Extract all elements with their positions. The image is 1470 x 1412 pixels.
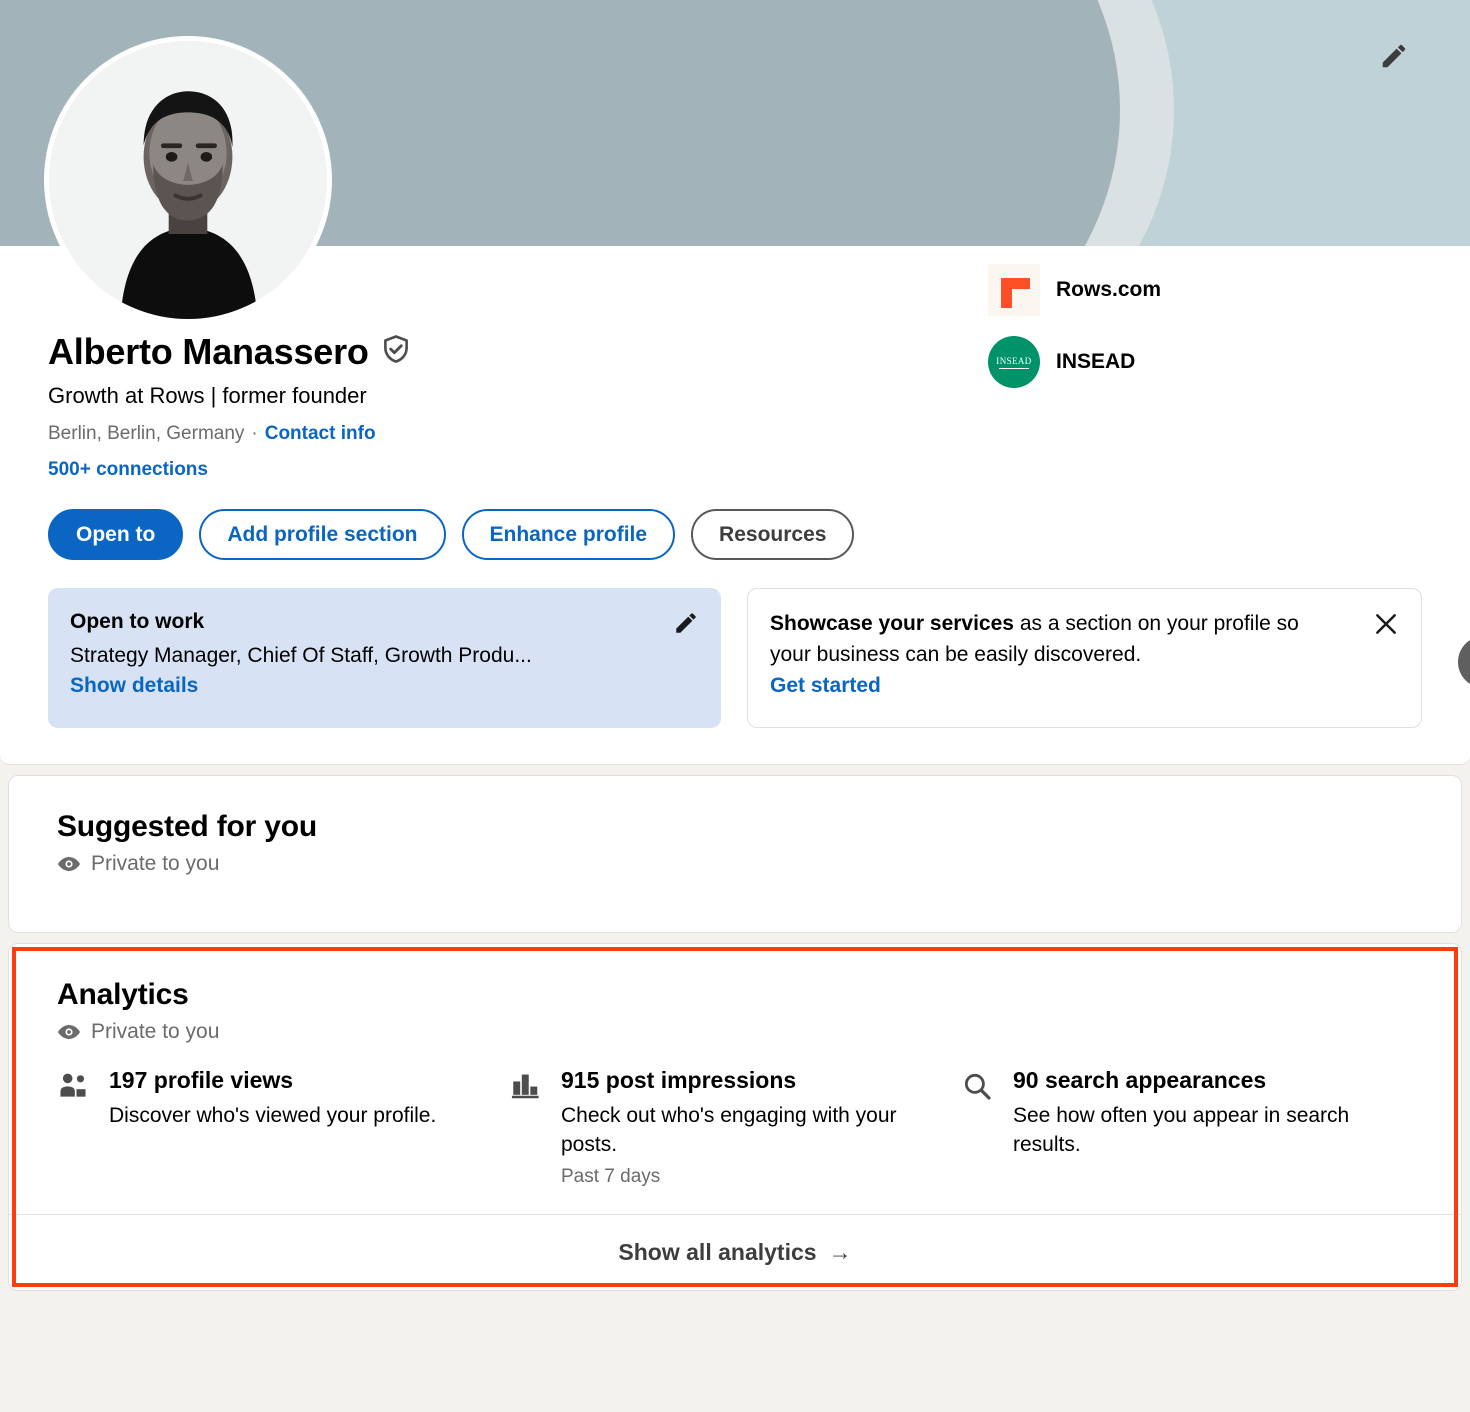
metric-headline: 915 post impressions (561, 1067, 797, 1094)
dismiss-showcase-button[interactable] (1369, 607, 1403, 641)
analytics-privacy: Private to you (57, 1020, 1413, 1044)
metric-text: 915 post impressions Check out who's eng… (561, 1066, 921, 1188)
carousel-next-button[interactable] (1458, 636, 1470, 689)
organization-name: Rows.com (1056, 278, 1162, 301)
insead-logo-icon: INSEAD (988, 336, 1040, 388)
suggested-privacy: Private to you (57, 852, 1413, 876)
metric-search-appearances[interactable]: 90 search appearances See how often you … (961, 1066, 1413, 1188)
rows-logo-icon (988, 264, 1040, 316)
location-row: Berlin, Berlin, Germany · Contact info (48, 423, 1422, 445)
metric-text: 197 profile views Discover who's viewed … (109, 1066, 436, 1188)
open-to-button[interactable]: Open to (48, 509, 184, 561)
promo-carousel: Open to work Strategy Manager, Chief Of … (0, 560, 1470, 764)
eye-icon (58, 1025, 80, 1040)
open-to-work-title: Open to work (70, 610, 205, 634)
suggested-title: Suggested for you (57, 810, 317, 844)
suggested-privacy-label: Private to you (91, 852, 220, 876)
get-started-link[interactable]: Get started (770, 674, 881, 698)
metric-headline: 90 search appearances (1013, 1067, 1267, 1094)
linkedin-profile-page: Alberto Manassero Growth at Rows | forme… (0, 0, 1470, 1412)
analytics-privacy-label: Private to you (91, 1020, 220, 1044)
people-icon (57, 1066, 91, 1188)
metric-headline: 197 profile views (109, 1067, 294, 1094)
profile-location: Berlin, Berlin, Germany (48, 423, 245, 445)
showcase-services-card[interactable]: Showcase your services as a section on y… (747, 588, 1422, 729)
edit-open-to-work-button[interactable] (669, 606, 703, 640)
show-details-link[interactable]: Show details (70, 674, 198, 698)
open-to-work-card[interactable]: Open to work Strategy Manager, Chief Of … (48, 588, 721, 729)
open-to-work-roles: Strategy Manager, Chief Of Staff, Growth… (70, 643, 532, 667)
connections-link[interactable]: 500+ connections (48, 459, 1422, 481)
edit-profile-button[interactable] (1374, 36, 1414, 76)
eye-icon (58, 857, 80, 872)
organization-rows[interactable]: Rows.com (988, 264, 1161, 316)
showcase-lead: Showcase your services (770, 612, 1014, 636)
analytics-metrics: 197 profile views Discover who's viewed … (9, 1066, 1461, 1214)
enhance-profile-button[interactable]: Enhance profile (461, 509, 676, 561)
verified-shield-icon (381, 334, 411, 369)
name-row: Alberto Manassero (48, 332, 1422, 372)
avatar[interactable] (44, 36, 332, 324)
location-separator: · (251, 423, 258, 445)
organization-insead[interactable]: INSEAD INSEAD (988, 336, 1161, 388)
show-all-analytics-button[interactable]: Show all analytics → (9, 1213, 1461, 1290)
profile-actions: Open to Add profile section Enhance prof… (0, 481, 1470, 561)
suggested-for-you-card: Suggested for you Private to you (8, 775, 1462, 934)
metric-profile-views[interactable]: 197 profile views Discover who's viewed … (57, 1066, 509, 1188)
profile-headline: Growth at Rows | former founder (48, 382, 367, 408)
suggested-body-spacer (9, 906, 1461, 932)
pencil-icon (1382, 44, 1406, 68)
showcase-text: Showcase your services as a section on y… (770, 609, 1397, 670)
suggested-header: Suggested for you Private to you (9, 776, 1461, 906)
show-all-analytics-label: Show all analytics (618, 1238, 817, 1265)
resources-button[interactable]: Resources (691, 509, 855, 561)
metric-description: See how often you appear in search resul… (1013, 1103, 1350, 1157)
close-icon (1376, 614, 1396, 635)
contact-info-link[interactable]: Contact info (265, 423, 376, 445)
profile-card: Alberto Manassero Growth at Rows | forme… (0, 0, 1470, 766)
arrow-right-icon: → (828, 1238, 852, 1265)
analytics-header: Analytics Private to you (9, 944, 1461, 1066)
banner-shape-circle (560, 0, 1120, 246)
metric-text: 90 search appearances See how often you … (1013, 1066, 1373, 1188)
bar-chart-icon (509, 1066, 543, 1188)
metric-description: Discover who's viewed your profile. (109, 1103, 437, 1127)
search-icon (961, 1066, 995, 1188)
organization-name: INSEAD (1056, 350, 1136, 373)
analytics-card: Analytics Private to you 197 profile vie… (8, 943, 1462, 1291)
pencil-icon (676, 613, 696, 633)
metric-note: Past 7 days (561, 1165, 661, 1187)
metric-post-impressions[interactable]: 915 post impressions Check out who's eng… (509, 1066, 961, 1188)
organizations-list: Rows.com INSEAD INSEAD (988, 264, 1161, 388)
page-title: Alberto Manassero (48, 331, 369, 372)
analytics-title: Analytics (57, 978, 189, 1012)
add-profile-section-button[interactable]: Add profile section (199, 509, 446, 561)
metric-description: Check out who's engaging with your posts… (561, 1103, 897, 1157)
insead-mark: INSEAD (996, 355, 1032, 366)
